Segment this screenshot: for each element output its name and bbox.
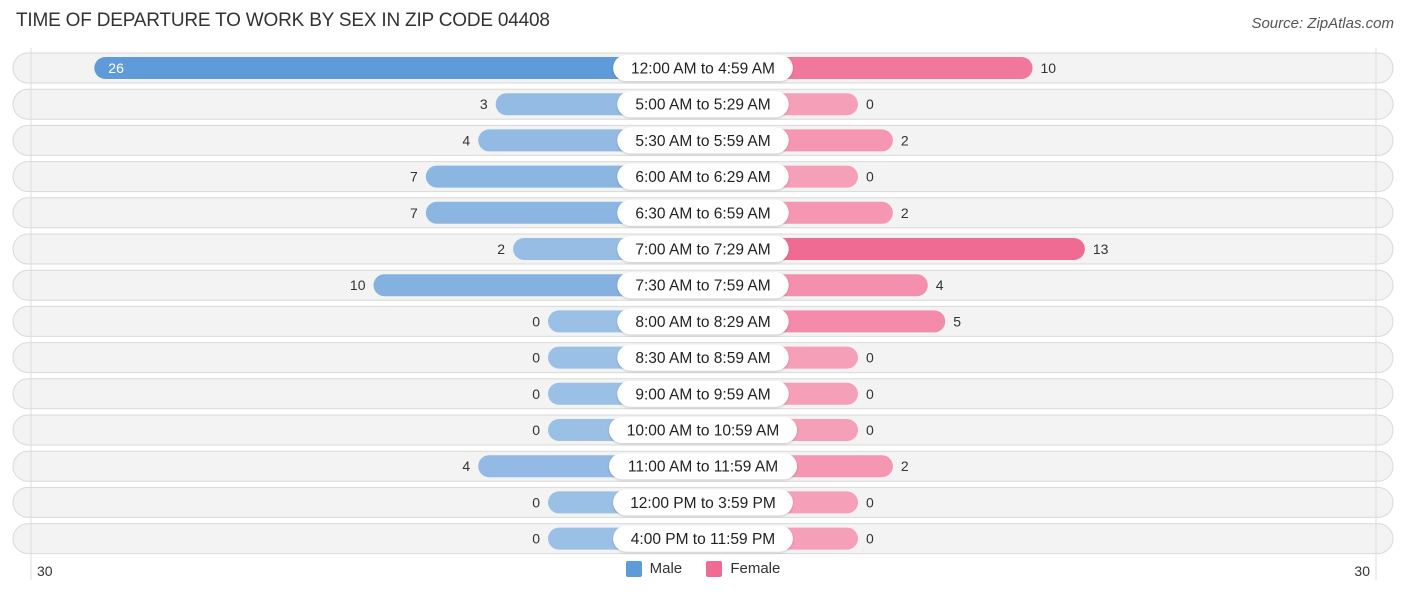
category-label: 7:30 AM to 7:59 AM bbox=[635, 278, 770, 295]
category-label: 6:30 AM to 6:59 AM bbox=[635, 205, 770, 222]
chart-row: 2 13 7:00 AM to 7:29 AM bbox=[12, 233, 1394, 265]
value-label-male: 0 bbox=[532, 386, 540, 402]
value-label-female: 5 bbox=[953, 313, 961, 329]
legend: Male Female bbox=[0, 560, 1406, 581]
chart-row: 26 10 12:00 AM to 4:59 AM bbox=[12, 52, 1394, 84]
chart-row: 0 0 4:00 PM to 11:59 PM bbox=[12, 523, 1394, 555]
legend-swatch-female bbox=[706, 560, 723, 577]
value-label-male: 0 bbox=[532, 350, 540, 366]
value-label-female: 13 bbox=[1093, 241, 1109, 257]
value-label-male: 0 bbox=[532, 313, 540, 329]
value-label-male: 3 bbox=[480, 96, 488, 112]
category-label: 9:00 AM to 9:59 AM bbox=[635, 386, 770, 403]
category-label: 5:00 AM to 5:29 AM bbox=[635, 97, 770, 114]
chart-row: 7 2 6:30 AM to 6:59 AM bbox=[12, 197, 1394, 229]
category-label: 8:30 AM to 8:59 AM bbox=[635, 350, 770, 367]
chart-row: 0 0 12:00 PM to 3:59 PM bbox=[12, 486, 1394, 518]
legend-item-male[interactable]: Male bbox=[625, 560, 683, 577]
category-label: 12:00 PM to 3:59 PM bbox=[630, 495, 776, 512]
category-label: 7:00 AM to 7:29 AM bbox=[635, 242, 770, 259]
legend-swatch-male bbox=[625, 560, 642, 577]
chart-row: 0 0 10:00 AM to 10:59 AM bbox=[12, 414, 1394, 446]
value-label-male: 0 bbox=[532, 422, 540, 438]
chart-row: 0 0 8:30 AM to 8:59 AM bbox=[12, 342, 1394, 374]
chart-row: 3 0 5:00 AM to 5:29 AM bbox=[12, 88, 1394, 120]
value-label-male: 10 bbox=[350, 277, 366, 293]
category-label: 8:00 AM to 8:29 AM bbox=[635, 314, 770, 331]
value-label-female: 2 bbox=[901, 205, 909, 221]
chart-row: 7 0 6:00 AM to 6:29 AM bbox=[12, 161, 1394, 193]
category-label: 10:00 AM to 10:59 AM bbox=[627, 423, 780, 440]
value-label-male: 7 bbox=[410, 169, 418, 185]
value-label-male: 2 bbox=[497, 241, 505, 257]
value-label-female: 10 bbox=[1041, 60, 1057, 76]
value-label-male: 7 bbox=[410, 205, 418, 221]
value-label-female: 0 bbox=[866, 169, 874, 185]
value-label-male: 4 bbox=[462, 132, 470, 148]
value-label-female: 2 bbox=[901, 132, 909, 148]
category-label: 11:00 AM to 11:59 AM bbox=[628, 459, 778, 476]
category-label: 4:00 PM to 11:59 PM bbox=[631, 531, 775, 548]
chart-row: 4 2 11:00 AM to 11:59 AM bbox=[12, 450, 1394, 482]
value-label-female: 0 bbox=[866, 96, 874, 112]
legend-item-female[interactable]: Female bbox=[706, 560, 780, 577]
value-label-male: 26 bbox=[108, 60, 124, 76]
legend-label-male: Male bbox=[649, 560, 683, 577]
value-label-female: 0 bbox=[866, 422, 874, 438]
value-label-female: 2 bbox=[901, 458, 909, 474]
value-label-female: 4 bbox=[936, 277, 944, 293]
chart-row: 0 5 8:00 AM to 8:29 AM bbox=[12, 305, 1394, 337]
bar-male[interactable] bbox=[94, 57, 704, 79]
value-label-female: 0 bbox=[866, 350, 874, 366]
value-label-female: 0 bbox=[866, 531, 874, 547]
value-label-male: 0 bbox=[532, 494, 540, 510]
category-label: 12:00 AM to 4:59 AM bbox=[631, 61, 775, 78]
chart-row: 10 4 7:30 AM to 7:59 AM bbox=[12, 269, 1394, 301]
value-label-female: 0 bbox=[866, 386, 874, 402]
chart-row: 4 2 5:30 AM to 5:59 AM bbox=[12, 124, 1394, 156]
category-label: 6:00 AM to 6:29 AM bbox=[635, 169, 770, 186]
category-label: 5:30 AM to 5:59 AM bbox=[635, 133, 770, 150]
legend-label-female: Female bbox=[730, 560, 781, 577]
value-label-female: 0 bbox=[866, 494, 874, 510]
value-label-male: 4 bbox=[462, 458, 470, 474]
chart-row: 0 0 9:00 AM to 9:59 AM bbox=[12, 378, 1394, 410]
chart-canvas: 26 10 12:00 AM to 4:59 AM 3 0 5:00 AM to 5:29… bbox=[12, 48, 1394, 580]
value-label-male: 0 bbox=[532, 531, 540, 547]
